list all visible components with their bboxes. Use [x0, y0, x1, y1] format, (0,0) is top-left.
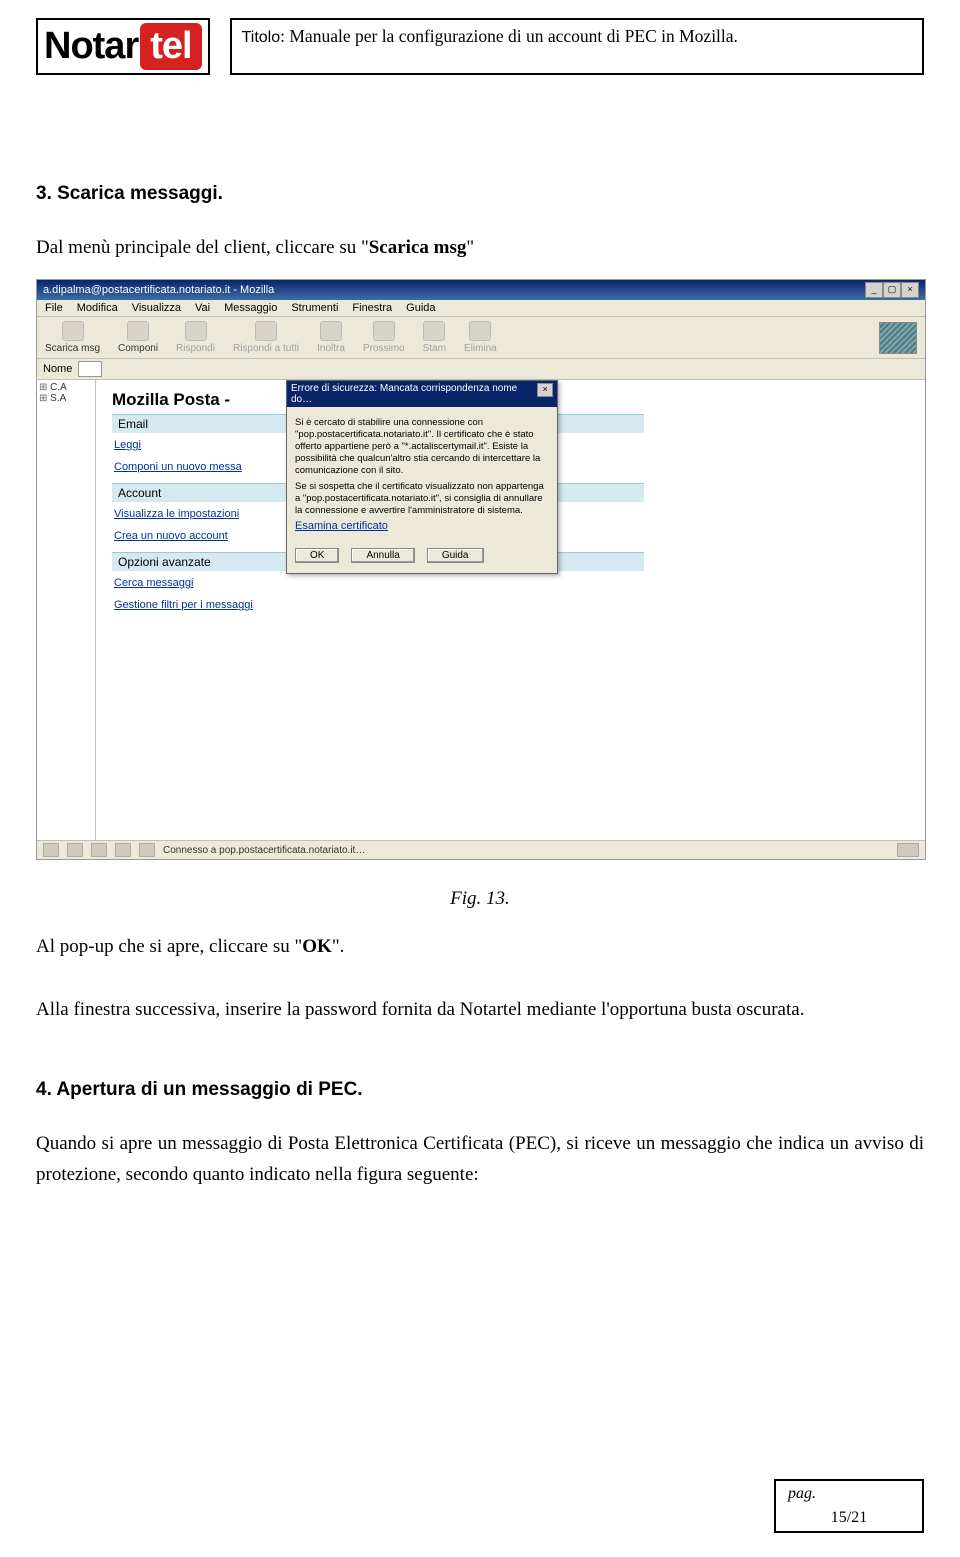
document-header: Notartel Titolo: Manuale per la configur… — [36, 18, 924, 75]
delete-icon — [469, 321, 491, 341]
tree-node[interactable]: S.A — [39, 393, 93, 404]
title-label: Titolo — [242, 29, 281, 46]
help-button[interactable]: Guida — [427, 548, 484, 563]
cancel-button[interactable]: Annulla — [351, 548, 414, 563]
status-icon — [91, 843, 107, 857]
status-end-icon — [897, 843, 919, 857]
throbber-icon — [879, 322, 917, 354]
reply-icon — [185, 321, 207, 341]
maximize-icon[interactable]: ▢ — [883, 282, 901, 298]
menu-item[interactable]: Messaggio — [224, 302, 277, 314]
menu-item[interactable]: File — [45, 302, 63, 314]
link-esamina-certificato[interactable]: Esamina certificato — [295, 520, 549, 534]
toolbar: Scarica msg Componi Rispondi Rispondi a … — [37, 317, 925, 359]
toolbar-componi[interactable]: Componi — [118, 321, 158, 354]
logo: Notartel — [36, 18, 210, 75]
account-central-title: Mozilla Posta - — [112, 390, 230, 409]
status-text: Connesso a pop.postacertificata.notariat… — [163, 845, 889, 856]
toolbar-elimina: Elimina — [464, 321, 497, 354]
logo-text-left: Notar — [44, 25, 138, 68]
dialog-title: Errore di sicurezza: Mancata corrisponde… — [291, 383, 537, 405]
window-title: a.dipalma@postacertificata.notariato.it … — [43, 284, 274, 296]
name-bar: Nome — [37, 359, 925, 380]
page-footer: pag. 15/21 — [36, 1479, 924, 1533]
menu-item[interactable]: Vai — [195, 302, 210, 314]
account-central: Mozilla Posta - b.it Email Leggi Componi… — [96, 380, 925, 840]
menu-bar: File Modifica Visualizza Vai Messaggio S… — [37, 300, 925, 317]
window-titlebar: a.dipalma@postacertificata.notariato.it … — [37, 280, 925, 300]
menu-item[interactable]: Finestra — [352, 302, 392, 314]
dialog-titlebar: Errore di sicurezza: Mancata corrisponde… — [287, 381, 557, 407]
status-bar: Connesso a pop.postacertificata.notariat… — [37, 840, 925, 859]
figure-13-caption: Fig. 13. — [36, 888, 924, 910]
password-instruction: Alla finestra successiva, inserire la pa… — [36, 995, 924, 1025]
status-icon — [43, 843, 59, 857]
status-icon — [115, 843, 131, 857]
popup-instruction: Al pop-up che si apre, cliccare su "OK". — [36, 932, 924, 962]
section-3-paragraph: Dal menù principale del client, cliccare… — [36, 233, 924, 263]
menu-item[interactable]: Strumenti — [291, 302, 338, 314]
dialog-close-icon[interactable]: × — [537, 383, 553, 397]
print-icon — [423, 321, 445, 341]
toolbar-stam: Stam — [423, 321, 446, 354]
toolbar-scarica-msg[interactable]: Scarica msg — [45, 321, 100, 354]
tree-node[interactable]: C.A — [39, 382, 93, 393]
ok-button[interactable]: OK — [295, 548, 339, 563]
link-cerca-messaggi[interactable]: Cerca messaggi — [114, 577, 909, 589]
close-icon[interactable]: × — [901, 282, 919, 298]
status-icon — [67, 843, 83, 857]
folder-tree[interactable]: C.A S.A — [37, 380, 96, 840]
next-icon — [373, 321, 395, 341]
link-gestione-filtri[interactable]: Gestione filtri per i messaggi — [114, 599, 909, 611]
figure-13-screenshot: a.dipalma@postacertificata.notariato.it … — [36, 279, 926, 860]
minimize-icon[interactable]: _ — [865, 282, 883, 298]
toolbar-rispondi-tutti: Rispondi a tutti — [233, 321, 299, 354]
forward-icon — [320, 321, 342, 341]
toolbar-prossimo: Prossimo — [363, 321, 405, 354]
security-warning-dialog: Errore di sicurezza: Mancata corrisponde… — [286, 380, 558, 574]
section-4-heading: 4. Apertura di un messaggio di PEC. — [36, 1079, 924, 1101]
section-4-paragraph: Quando si apre un messaggio di Posta Ele… — [36, 1129, 924, 1190]
download-icon — [62, 321, 84, 341]
toolbar-rispondi: Rispondi — [176, 321, 215, 354]
logo-text-right: tel — [140, 23, 201, 70]
reply-all-icon — [255, 321, 277, 341]
title-text: Manuale per la configurazione di un acco… — [289, 26, 738, 46]
menu-item[interactable]: Guida — [406, 302, 435, 314]
compose-icon — [127, 321, 149, 341]
page-number: 15/21 — [778, 1507, 920, 1529]
toolbar-inoltra: Inoltra — [317, 321, 345, 354]
section-3-heading: 3. Scarica messaggi. — [36, 183, 924, 205]
status-icon — [139, 843, 155, 857]
title-box: Titolo: Manuale per la configurazione di… — [230, 18, 924, 75]
dialog-text-2: Se si sospetta che il certificato visual… — [295, 481, 549, 517]
menu-item[interactable]: Modifica — [77, 302, 118, 314]
menu-item[interactable]: Visualizza — [132, 302, 181, 314]
dialog-text-1: Si è cercato di stabilire una connession… — [295, 417, 549, 476]
name-label: Nome — [43, 363, 72, 375]
name-dropdown[interactable] — [78, 361, 102, 377]
page-label: pag. — [778, 1483, 920, 1505]
